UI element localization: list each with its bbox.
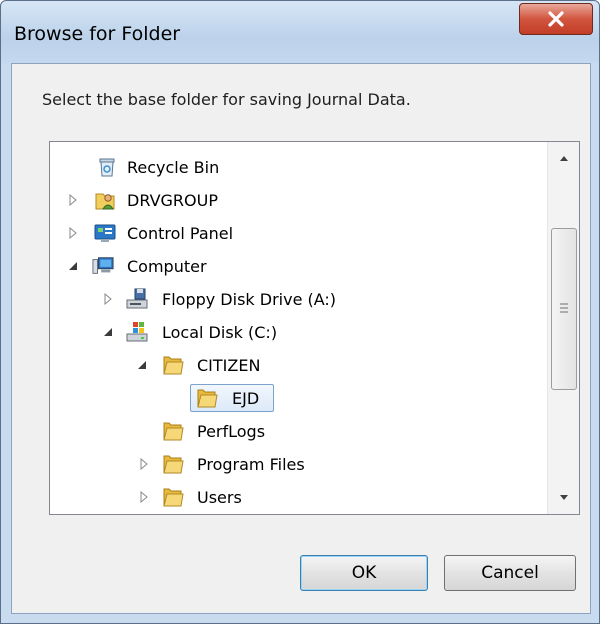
cancel-button[interactable]: Cancel [444,555,576,591]
grip-icon [560,303,568,313]
folder-icon [163,455,184,474]
tree-item-local-disk[interactable]: Local Disk (C:) [50,317,547,347]
tree-item-label: Control Panel [127,223,234,243]
tree-item-citizen[interactable]: CITIZEN [50,350,547,380]
recycle-bin-icon [99,158,115,177]
tree-item-perflogs[interactable]: PerfLogs [50,416,547,446]
tree-item-users[interactable]: Users [50,482,547,512]
collapse-arrow-icon[interactable] [102,326,114,338]
collapse-arrow-icon[interactable] [136,359,148,371]
vertical-scrollbar[interactable] [547,142,579,514]
tree-item-label: Program Files [197,454,305,474]
tree-item-label: DRVGROUP [127,190,218,210]
scrollbar-thumb[interactable] [551,228,577,390]
tree-item-label: PerfLogs [197,421,266,441]
computer-icon [92,257,114,274]
dialog-body: Select the base folder for saving Journa… [11,63,591,614]
tree-item-drvgroup[interactable]: DRVGROUP [50,185,547,215]
expand-arrow-icon[interactable] [67,227,79,239]
scroll-down-arrow-icon[interactable] [557,490,571,504]
expand-arrow-icon[interactable] [67,194,79,206]
local-disk-icon [126,322,148,342]
tree-item-floppy-drive[interactable]: Floppy Disk Drive (A:) [50,284,547,314]
close-icon [548,11,564,27]
tree-item-label: EJD [232,388,260,408]
tree-item-label: Local Disk (C:) [162,322,278,342]
tree-item-label: Recycle Bin [127,157,220,177]
ok-button[interactable]: OK [300,555,428,591]
control-panel-icon [94,224,116,242]
window-title: Browse for Folder [14,23,181,45]
close-button[interactable] [519,3,593,35]
dialog-prompt: Select the base folder for saving Journa… [42,90,411,109]
title-bar[interactable]: Browse for Folder [1,1,599,63]
tree-item-recycle-bin[interactable]: Recycle Bin [50,152,547,182]
folder-tree[interactable]: Recycle Bin DRVGROUP Control Panel Compu… [49,141,580,515]
tree-item-program-files[interactable]: Program Files [50,449,547,479]
folder-icon [197,389,218,408]
tree-item-label: Users [197,487,242,507]
expand-arrow-icon[interactable] [102,293,114,305]
folder-icon [163,488,184,507]
tree-item-label: Floppy Disk Drive (A:) [162,289,337,309]
tree-item-computer[interactable]: Computer [50,251,547,281]
browse-for-folder-window: Browse for Folder Select the base folder… [0,0,600,624]
tree-item-label: CITIZEN [197,355,261,375]
tree-item-control-panel[interactable]: Control Panel [50,218,547,248]
folder-icon [163,422,184,441]
expand-arrow-icon[interactable] [138,491,150,503]
user-folder-icon [95,193,115,210]
tree-item-ejd[interactable]: EJD [50,383,547,413]
scroll-up-arrow-icon[interactable] [557,152,571,166]
expand-arrow-icon[interactable] [138,458,150,470]
folder-icon [163,356,184,375]
tree-item-label: Computer [127,256,207,276]
floppy-drive-icon [126,288,148,309]
collapse-arrow-icon[interactable] [67,260,79,272]
